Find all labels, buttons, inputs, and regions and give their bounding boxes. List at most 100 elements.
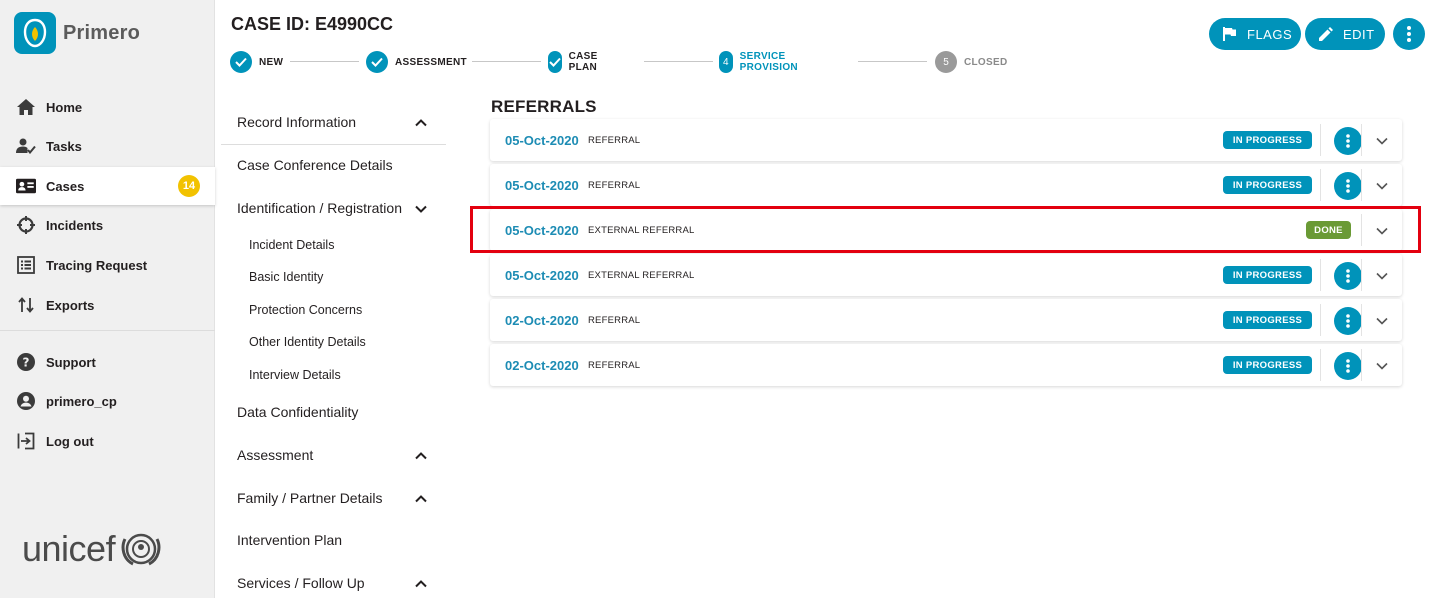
nav-item-label: Incidents — [46, 217, 104, 233]
section-label: Data Confidentiality — [237, 404, 359, 420]
edit-button[interactable]: EDIT — [1305, 18, 1385, 50]
nav-item-tracing-request[interactable]: Tracing Request — [0, 246, 215, 284]
nav-item-label: primero_cp — [46, 393, 117, 409]
flags-label: FLAGS — [1247, 26, 1293, 42]
unicef-wordmark: unicef — [22, 528, 116, 569]
row-divider — [1320, 124, 1321, 156]
more-vert-icon — [1346, 269, 1350, 283]
row-divider — [1361, 349, 1362, 381]
referral-actions-button[interactable] — [1334, 352, 1362, 380]
chevron-down-icon[interactable] — [1374, 223, 1390, 239]
section-label: Intervention Plan — [237, 532, 343, 548]
referral-type: REFERRAL — [588, 359, 641, 371]
chevron-down-icon[interactable] — [1374, 268, 1390, 284]
status-badge: IN PROGRESS — [1223, 131, 1312, 149]
subsection-basic-identity[interactable]: Basic Identity — [249, 270, 323, 284]
section-assessment[interactable]: Assessment — [237, 447, 462, 463]
edit-label: EDIT — [1343, 26, 1375, 42]
nav-item-account[interactable]: primero_cp — [0, 382, 215, 420]
primero-logo[interactable]: Primero — [14, 12, 140, 54]
referral-date: 05-Oct-2020 — [505, 222, 579, 238]
step-connector — [858, 61, 927, 62]
more-vert-icon — [1346, 359, 1350, 373]
section-services-follow-up[interactable]: Services / Follow Up — [237, 575, 462, 591]
check-icon — [230, 51, 252, 73]
nav-item-tasks[interactable]: Tasks — [0, 127, 215, 165]
step-case-plan: CASE PLAN — [548, 51, 606, 73]
step-connector — [290, 61, 359, 62]
tasks-icon — [16, 136, 36, 156]
main-nav: Primero Home Tasks Cases 14 Incidents Tr… — [0, 0, 215, 598]
step-label: ASSESSMENT — [395, 56, 467, 68]
incidents-icon — [16, 215, 36, 235]
chevron-up-icon[interactable] — [414, 449, 428, 463]
referral-actions-button[interactable] — [1334, 307, 1362, 335]
primero-logo-icon — [14, 12, 56, 54]
referral-row[interactable]: 02-Oct-2020 REFERRAL IN PROGRESS — [490, 299, 1402, 341]
more-vert-icon — [1407, 26, 1411, 42]
referral-row[interactable]: 05-Oct-2020 REFERRAL IN PROGRESS — [490, 119, 1402, 161]
nav-item-cases[interactable]: Cases 14 — [0, 167, 215, 205]
chevron-up-icon[interactable] — [414, 492, 428, 506]
referral-row[interactable]: 05-Oct-2020 EXTERNAL REFERRAL IN PROGRES… — [490, 254, 1402, 296]
step-number: 4 — [719, 51, 733, 73]
subsection-interview-details[interactable]: Interview Details — [249, 368, 341, 382]
section-label: Assessment — [237, 447, 314, 463]
section-family-partner[interactable]: Family / Partner Details — [237, 490, 462, 506]
brand-name: Primero — [63, 21, 140, 44]
nav-item-label: Log out — [46, 433, 94, 449]
nav-item-label: Support — [46, 354, 96, 370]
referral-type: REFERRAL — [588, 134, 641, 146]
referrals-title: REFERRALS — [491, 97, 597, 116]
referral-row[interactable]: 05-Oct-2020 EXTERNAL REFERRAL DONE — [490, 209, 1402, 251]
nav-item-support[interactable]: ? Support — [0, 343, 215, 381]
referral-type: REFERRAL — [588, 179, 641, 191]
chevron-down-icon[interactable] — [1374, 313, 1390, 329]
nav-item-label: Tasks — [46, 138, 82, 154]
chevron-down-icon[interactable] — [414, 202, 428, 216]
section-data-confidentiality[interactable]: Data Confidentiality — [237, 404, 462, 420]
unicef-logo: unicef — [22, 528, 163, 570]
step-label: SERVICE PROVISION — [739, 51, 798, 73]
referral-type: REFERRAL — [588, 314, 641, 326]
subsection-incident-details[interactable]: Incident Details — [249, 238, 334, 252]
referral-date: 05-Oct-2020 — [505, 177, 579, 193]
referral-date: 02-Oct-2020 — [505, 357, 579, 373]
section-identification[interactable]: Identification / Registration — [237, 200, 462, 216]
section-intervention-plan[interactable]: Intervention Plan — [237, 532, 462, 548]
chevron-down-icon[interactable] — [1374, 178, 1390, 194]
row-divider — [1320, 169, 1321, 201]
referral-actions-button[interactable] — [1334, 172, 1362, 200]
referral-row[interactable]: 02-Oct-2020 REFERRAL IN PROGRESS — [490, 344, 1402, 386]
chevron-down-icon[interactable] — [1374, 133, 1390, 149]
chevron-down-icon[interactable] — [1374, 358, 1390, 374]
logout-icon — [16, 431, 36, 451]
svg-text:?: ? — [23, 356, 30, 370]
more-actions-button[interactable] — [1393, 18, 1425, 50]
chevron-up-icon[interactable] — [414, 577, 428, 591]
referral-date: 02-Oct-2020 — [505, 312, 579, 328]
referral-actions-button[interactable] — [1334, 262, 1362, 290]
check-icon — [548, 51, 562, 73]
section-case-conference[interactable]: Case Conference Details — [237, 157, 462, 173]
referral-type: EXTERNAL REFERRAL — [588, 224, 695, 236]
nav-item-home[interactable]: Home — [0, 88, 215, 126]
flags-button[interactable]: FLAGS — [1209, 18, 1301, 50]
referral-actions-button[interactable] — [1334, 127, 1362, 155]
subsection-other-identity[interactable]: Other Identity Details — [249, 335, 366, 349]
more-vert-icon — [1346, 134, 1350, 148]
referral-row[interactable]: 05-Oct-2020 REFERRAL IN PROGRESS — [490, 164, 1402, 206]
section-record-information[interactable]: Record Information — [237, 114, 462, 130]
nav-item-logout[interactable]: Log out — [0, 422, 215, 460]
nav-item-exports[interactable]: Exports — [0, 286, 215, 324]
referral-type: EXTERNAL REFERRAL — [588, 269, 695, 281]
nav-item-incidents[interactable]: Incidents — [0, 206, 215, 244]
subsection-protection-concerns[interactable]: Protection Concerns — [249, 303, 362, 317]
chevron-up-icon[interactable] — [414, 116, 428, 130]
step-assessment: ASSESSMENT — [366, 51, 467, 73]
status-badge: IN PROGRESS — [1223, 356, 1312, 374]
page-title: CASE ID: E4990CC — [231, 14, 394, 34]
check-icon — [366, 51, 388, 73]
row-divider — [1361, 169, 1362, 201]
section-label: Case Conference Details — [237, 157, 393, 173]
